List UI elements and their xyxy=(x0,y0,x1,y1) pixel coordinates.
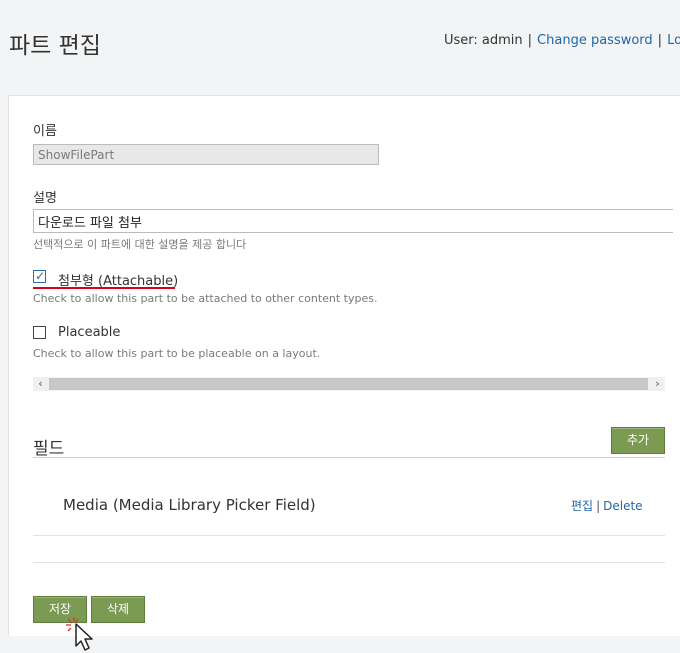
placeable-label[interactable]: Placeable xyxy=(58,325,120,340)
separator: | xyxy=(527,33,533,48)
name-input[interactable] xyxy=(33,144,379,165)
field-item-actions: 편집 | Delete xyxy=(571,497,643,514)
list-divider xyxy=(33,535,665,536)
name-label: 이름 xyxy=(33,124,57,139)
list-divider xyxy=(33,562,665,563)
description-input[interactable] xyxy=(33,209,673,233)
separator: | xyxy=(657,33,663,48)
separator: | xyxy=(596,499,601,513)
change-password-link[interactable]: Change password xyxy=(537,33,653,48)
add-field-button[interactable]: 추가 xyxy=(611,427,665,454)
mouse-cursor-icon xyxy=(66,617,93,651)
field-item-name: Media (Media Library Picker Field) xyxy=(63,496,316,514)
edit-field-link[interactable]: 편집 xyxy=(571,499,593,513)
section-divider xyxy=(33,457,665,458)
description-hint: 선택적으로 이 파트에 대한 설명을 제공 합니다 xyxy=(33,238,247,251)
page-title: 파트 편집 xyxy=(9,33,101,59)
scroll-right-arrow-icon[interactable]: › xyxy=(650,377,665,391)
horizontal-scrollbar[interactable]: ‹ › xyxy=(33,377,665,391)
scrollbar-thumb[interactable] xyxy=(49,378,648,390)
user-label: User: admin xyxy=(444,33,523,48)
highlight-underline xyxy=(33,287,175,289)
placeable-hint: Check to allow this part to be placeable… xyxy=(33,347,321,360)
checkmark-icon: ✓ xyxy=(35,269,46,283)
fields-section-title: 필드 xyxy=(33,439,65,459)
user-bar: User: admin | Change password | Logo xyxy=(444,33,680,48)
attachable-hint: Check to allow this part to be attached … xyxy=(33,292,378,305)
delete-field-link[interactable]: Delete xyxy=(603,499,642,513)
content-panel xyxy=(8,95,680,636)
logout-link[interactable]: Logo xyxy=(667,33,680,48)
scroll-left-arrow-icon[interactable]: ‹ xyxy=(33,377,48,391)
attachable-checkbox[interactable]: ✓ xyxy=(33,269,46,283)
description-label: 설명 xyxy=(33,191,57,206)
placeable-checkbox[interactable] xyxy=(33,326,46,339)
